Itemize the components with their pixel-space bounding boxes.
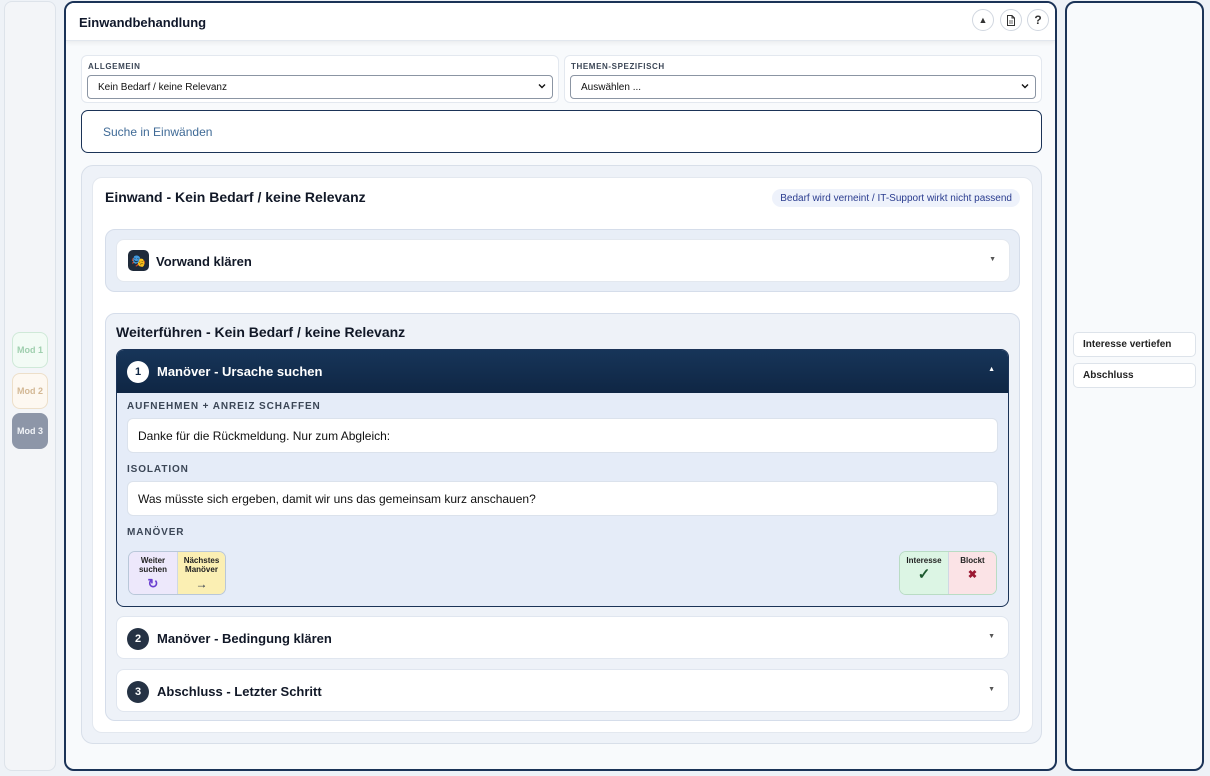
button-label: Blockt	[960, 556, 985, 565]
objection-title: Einwand - Kein Bedarf / keine Relevanz	[105, 189, 366, 205]
continue-title: Weiterführen - Kein Bedarf / keine Relev…	[116, 324, 406, 340]
maneuver-actions: Weiter suchen ↻ Nächstes Manöver →	[128, 551, 226, 595]
step-number: 2	[127, 628, 149, 650]
next-maneuver-button[interactable]: Nächstes Manöver →	[177, 552, 225, 594]
chevron-down-icon	[538, 84, 546, 89]
maneuver-label: MANÖVER	[127, 527, 185, 538]
next-steps-panel: Interesse vertiefen Abschluss	[1065, 1, 1204, 771]
isolation-text: Was müsste sich ergeben, damit wir uns d…	[127, 481, 998, 516]
pretext-accordion[interactable]: 🎭 Vorwand klären ▼	[116, 239, 1010, 282]
button-label-line2: suchen	[138, 565, 167, 574]
interest-button[interactable]: Interesse ✓	[900, 552, 948, 594]
panel-header: Einwandbehandlung ▲ ?	[66, 3, 1055, 41]
collapse-button[interactable]: ▲	[972, 9, 994, 31]
pretext-section: 🎭 Vorwand klären ▼	[105, 229, 1020, 292]
objection-card: Einwand - Kein Bedarf / keine Relevanz B…	[92, 177, 1033, 733]
topic-select[interactable]: Auswählen ...	[570, 75, 1036, 99]
step-3-accordion[interactable]: 3 Abschluss - Letzter Schritt ▼	[116, 669, 1009, 712]
search-placeholder: Suche in Einwänden	[103, 125, 213, 139]
topic-select-value: Auswählen ...	[581, 81, 642, 93]
caret-down-icon: ▼	[988, 686, 995, 693]
document-icon	[1007, 14, 1015, 26]
step-title: Abschluss - Letzter Schritt	[157, 684, 322, 699]
objection-container: Einwand - Kein Bedarf / keine Relevanz B…	[81, 165, 1042, 744]
general-select-value: Kein Bedarf / keine Relevanz	[98, 81, 227, 93]
button-label-line1: Weiter	[140, 556, 166, 565]
help-button[interactable]: ?	[1027, 9, 1049, 31]
mod-1-button[interactable]: Mod 1	[12, 332, 48, 368]
document-button[interactable]	[1000, 9, 1022, 31]
step-2-accordion[interactable]: 2 Manöver - Bedingung klären ▼	[116, 616, 1009, 659]
keep-searching-button[interactable]: Weiter suchen ↻	[129, 552, 177, 594]
check-icon: ✓	[917, 566, 931, 583]
mod-2-button[interactable]: Mod 2	[12, 373, 48, 409]
button-label: Interesse	[906, 556, 942, 565]
search-input[interactable]: Suche in Einwänden	[81, 110, 1042, 153]
caret-up-icon: ▲	[988, 366, 995, 373]
module-rail: Mod 1 Mod 2 Mod 3	[4, 1, 56, 771]
step-1-header[interactable]: 1 Manöver - Ursache suchen ▲	[117, 350, 1008, 393]
acknowledge-text: Danke für die Rückmeldung. Nur zum Abgle…	[127, 418, 998, 453]
outcome-actions: Interesse ✓ Blockt ✖	[899, 551, 997, 595]
deepen-interest-button[interactable]: Interesse vertiefen	[1073, 332, 1196, 357]
general-filter: ALLGEMEIN Kein Bedarf / keine Relevanz	[81, 55, 559, 103]
mod-3-button[interactable]: Mod 3	[12, 413, 48, 449]
objection-handling-panel: Einwandbehandlung ▲ ? ALLGEMEIN Kein Bed…	[64, 1, 1057, 771]
general-select[interactable]: Kein Bedarf / keine Relevanz	[87, 75, 553, 99]
step-number: 3	[127, 681, 149, 703]
button-label-line2: Manöver	[185, 565, 218, 574]
objection-badge: Bedarf wird verneint / IT-Support wirkt …	[772, 189, 1020, 207]
step-title: Manöver - Ursache suchen	[157, 364, 323, 379]
closing-button[interactable]: Abschluss	[1073, 363, 1196, 388]
arrow-right-icon: →	[195, 577, 208, 591]
topic-filter: THEMEN-SPEZIFISCH Auswählen ...	[564, 55, 1042, 103]
theater-masks-icon: 🎭	[128, 250, 149, 271]
caret-down-icon: ▼	[988, 633, 995, 640]
refresh-icon: ↻	[147, 576, 159, 591]
general-filter-label: ALLGEMEIN	[88, 62, 141, 71]
step-number: 1	[127, 361, 149, 383]
cross-icon: ✖	[967, 569, 978, 581]
caret-down-icon: ▼	[989, 256, 996, 263]
page-title: Einwandbehandlung	[79, 15, 207, 30]
button-label-line1: Nächstes	[183, 556, 220, 565]
pretext-label: Vorwand klären	[156, 254, 252, 269]
field-label: AUFNEHMEN + ANREIZ SCHAFFEN	[127, 401, 321, 412]
chevron-down-icon	[1021, 84, 1029, 89]
blocks-button[interactable]: Blockt ✖	[948, 552, 996, 594]
step-title: Manöver - Bedingung klären	[157, 631, 332, 646]
topic-filter-label: THEMEN-SPEZIFISCH	[571, 62, 665, 71]
field-label: ISOLATION	[127, 464, 189, 475]
step-1-panel: 1 Manöver - Ursache suchen ▲ AUFNEHMEN +…	[116, 349, 1009, 607]
caret-up-icon: ▲	[978, 15, 988, 25]
continue-section: Weiterführen - Kein Bedarf / keine Relev…	[105, 313, 1020, 721]
